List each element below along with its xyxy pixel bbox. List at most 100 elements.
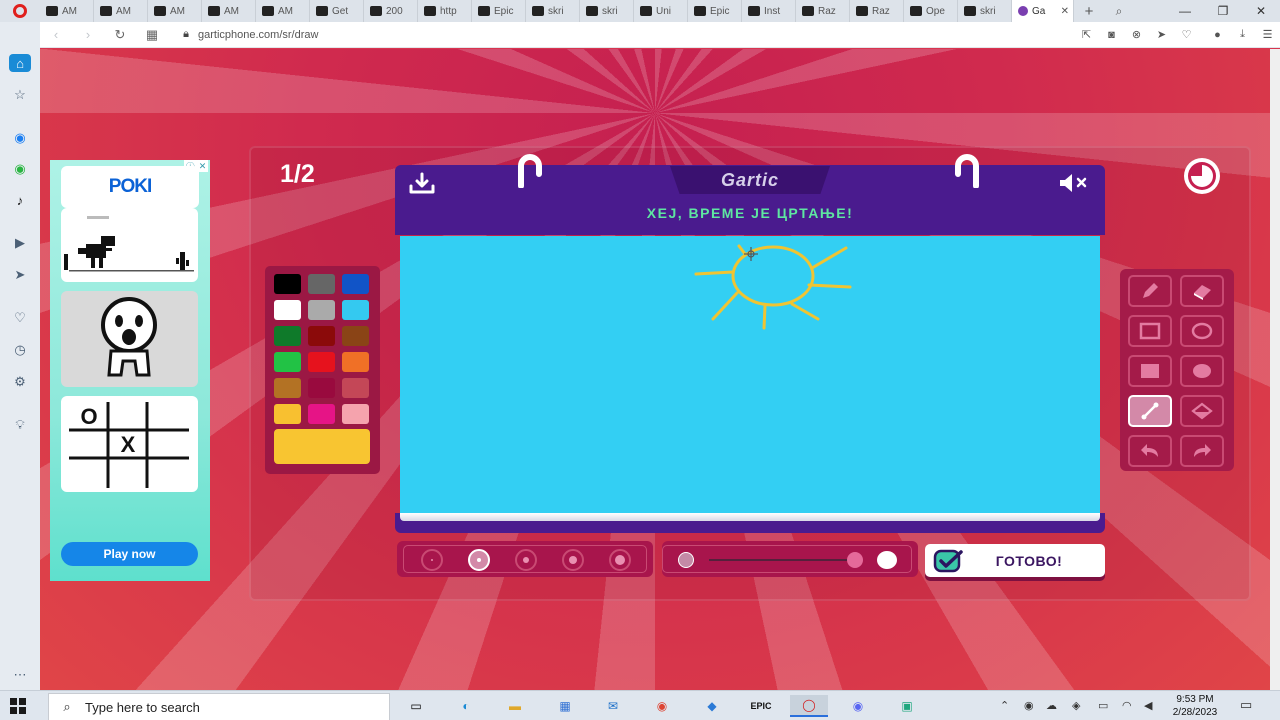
tool-button[interactable] [1128, 355, 1172, 387]
windows-start-icon[interactable] [10, 698, 26, 714]
tool-button[interactable] [1180, 435, 1224, 467]
restore-button[interactable]: ❐ [1204, 4, 1242, 18]
tips-icon[interactable]: 💡︎ [9, 414, 31, 436]
whatsapp-icon[interactable]: ◉ [9, 158, 31, 180]
tab-item[interactable]: skri [580, 0, 634, 22]
tab-item[interactable]: 200 [364, 0, 418, 22]
tab-item[interactable]: AM [148, 0, 202, 22]
poki-ad[interactable]: ⓘ✕ POKI [50, 160, 210, 581]
file-explorer-icon[interactable]: ▬ [503, 695, 527, 717]
messenger-icon[interactable]: ◉ [9, 127, 31, 149]
mute-icon[interactable] [1056, 172, 1090, 194]
tab-active[interactable]: Ga ✕ [1012, 0, 1074, 22]
back-button[interactable]: ‹ [40, 27, 72, 42]
store-icon[interactable]: ▦ [553, 695, 577, 717]
history-icon[interactable]: ◷ [9, 339, 31, 361]
tab-item[interactable]: Inst [742, 0, 796, 22]
tray-chevron-icon[interactable]: ⌃ [1000, 699, 1009, 712]
lock-icon[interactable]: 🔒︎ [174, 28, 198, 41]
tool-button[interactable] [1128, 395, 1172, 427]
epic-games-icon[interactable]: EPIC [749, 695, 773, 717]
color-swatch[interactable] [308, 326, 335, 346]
notifications-icon[interactable]: ▭ [1240, 697, 1252, 713]
profile-icon[interactable]: ● [1205, 29, 1230, 41]
color-swatch[interactable] [274, 352, 301, 372]
thickness-option[interactable] [562, 549, 584, 571]
home-icon[interactable]: ⌂ [9, 54, 31, 72]
color-swatch[interactable] [274, 300, 301, 320]
tiktok-icon[interactable]: ♪ [9, 189, 31, 211]
opera-menu-button[interactable] [0, 0, 40, 22]
color-swatch[interactable] [274, 326, 301, 346]
downloads-icon[interactable]: ⤓ [1230, 28, 1255, 41]
tool-button[interactable] [1180, 275, 1224, 307]
tool-button[interactable] [1180, 395, 1224, 427]
close-window-button[interactable]: ✕ [1242, 4, 1280, 18]
more-icon[interactable]: ⋯ [9, 664, 31, 686]
page-scrollbar[interactable] [1270, 49, 1280, 690]
thickness-option[interactable] [421, 549, 443, 571]
taskbar-search[interactable]: ⌕ Type here to search [48, 693, 390, 720]
tool-button[interactable] [1180, 315, 1224, 347]
thickness-option[interactable] [515, 549, 537, 571]
color-swatch[interactable] [308, 352, 335, 372]
favorites-icon[interactable]: ♡ [9, 307, 31, 329]
tab-item[interactable]: skri [958, 0, 1012, 22]
tab-item[interactable]: http [418, 0, 472, 22]
tab-item[interactable]: Get [310, 0, 364, 22]
tool-button[interactable] [1180, 355, 1224, 387]
dino-game-card[interactable] [61, 208, 198, 282]
thickness-option[interactable] [609, 549, 631, 571]
app-icon[interactable]: ◆ [700, 695, 724, 717]
color-swatch[interactable] [274, 404, 301, 424]
task-view-icon[interactable]: ▭ [404, 695, 428, 717]
player-icon[interactable]: ▶ [9, 232, 31, 254]
color-swatch[interactable] [342, 300, 369, 320]
opera-taskbar-icon[interactable]: ◯ [790, 695, 828, 717]
drawing-canvas[interactable] [400, 236, 1100, 513]
tray-app-icon[interactable]: ◉ [1024, 699, 1034, 712]
play-now-button[interactable]: Play now [61, 542, 198, 566]
forward-button[interactable]: › [72, 27, 104, 42]
clock[interactable]: 9:53 PM 2/28/2023 [1166, 693, 1224, 719]
current-color[interactable] [274, 429, 370, 464]
opacity-track[interactable] [709, 559, 857, 561]
heart-icon[interactable]: ♡ [1174, 28, 1199, 41]
minimize-button[interactable]: — [1166, 4, 1204, 18]
battery-icon[interactable]: ▭ [1098, 699, 1108, 712]
volume-icon[interactable]: ◀ [1144, 699, 1152, 712]
color-swatch[interactable] [342, 404, 369, 424]
tab-item[interactable]: skri [526, 0, 580, 22]
tab-item[interactable]: AM [94, 0, 148, 22]
search-input[interactable]: Type here to search [85, 700, 200, 715]
color-swatch[interactable] [342, 274, 369, 294]
tab-item[interactable]: Uni [634, 0, 688, 22]
tab-item[interactable]: AM [40, 0, 94, 22]
tool-button[interactable] [1128, 315, 1172, 347]
onedrive-icon[interactable]: ☁ [1046, 699, 1057, 712]
discord-icon[interactable]: ◉ [846, 695, 870, 717]
tool-button[interactable] [1128, 275, 1172, 307]
tool-button[interactable] [1128, 435, 1172, 467]
color-swatch[interactable] [308, 378, 335, 398]
color-swatch[interactable] [342, 378, 369, 398]
tab-item[interactable]: Epic [688, 0, 742, 22]
tabs-grid-button[interactable]: ▦ [136, 27, 168, 43]
color-swatch[interactable] [274, 274, 301, 294]
tab-item[interactable]: AM [202, 0, 256, 22]
new-tab-button[interactable]: + [1074, 3, 1104, 20]
mail-icon[interactable]: ✉ [601, 695, 625, 717]
chrome-icon[interactable]: ◉ [650, 695, 674, 717]
tray-app-icon[interactable]: ◈ [1072, 699, 1080, 712]
opacity-slider[interactable] [662, 545, 912, 573]
tab-item[interactable]: Raz [850, 0, 904, 22]
tab-item[interactable]: AM [256, 0, 310, 22]
flow-icon[interactable]: ➤ [9, 264, 31, 286]
menu-icon[interactable]: ☰ [1255, 28, 1280, 41]
close-tab-icon[interactable]: ✕ [1061, 6, 1069, 17]
snapshot-icon[interactable]: ◙ [1099, 29, 1124, 41]
opacity-slider-handle[interactable] [847, 552, 863, 568]
tab-item[interactable]: Raz [796, 0, 850, 22]
tab-search-icon[interactable]: ⌕ [1104, 4, 1134, 19]
wifi-icon[interactable]: ◠ [1122, 699, 1132, 712]
